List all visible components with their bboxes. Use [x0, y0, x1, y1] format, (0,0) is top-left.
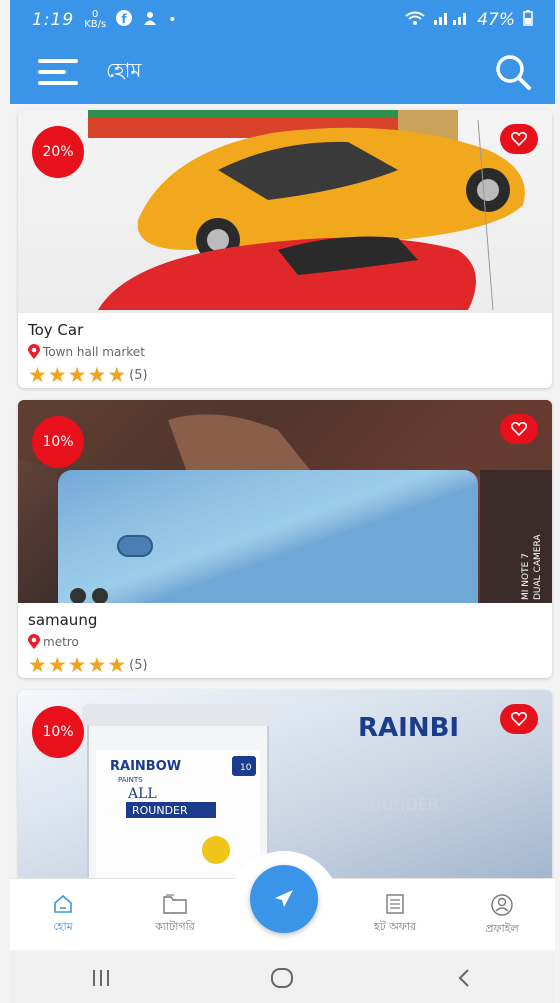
- status-left-icons: 0 KB/s f •: [84, 10, 176, 30]
- heart-icon: [511, 422, 527, 436]
- nav-profile[interactable]: প্রফাইল: [457, 893, 547, 939]
- location-pin-icon: [28, 634, 40, 649]
- svg-text:PAINTS: PAINTS: [118, 776, 143, 784]
- star-icon: ★: [47, 653, 67, 677]
- battery-icon: [523, 10, 533, 30]
- rating: ★ ★ ★ ★ ★ (5): [28, 653, 542, 677]
- folder-icon: [163, 894, 187, 914]
- star-icon: ★: [28, 653, 47, 677]
- rating: ★ ★ ★ ★ ★ (5): [28, 363, 542, 387]
- home-circle-icon: [271, 967, 294, 988]
- system-navigation-bar: [10, 952, 555, 1003]
- facebook-icon: f: [116, 10, 133, 30]
- product-name: Toy Car: [28, 321, 84, 339]
- nav-home-label: হোম: [53, 920, 73, 933]
- signal-icon: [433, 11, 469, 29]
- profile-icon: [491, 894, 513, 916]
- discount-badge: 20%: [32, 126, 84, 178]
- svg-text:ROUNDER: ROUNDER: [358, 795, 439, 814]
- app-bar: হোম: [10, 40, 555, 104]
- star-icon: ★: [87, 363, 107, 387]
- bottom-navigation: হোম ক্যাটাগরি হট অফার প্রফাইল: [10, 851, 555, 950]
- back-button[interactable]: [434, 958, 494, 998]
- nav-profile-label: প্রফাইল: [485, 922, 519, 935]
- rating-count: (5): [129, 657, 148, 673]
- data-rate-icon: 0 KB/s: [84, 9, 107, 30]
- location-text: metro: [43, 634, 79, 649]
- svg-text:f: f: [122, 12, 128, 26]
- page-title: হোম: [106, 57, 142, 82]
- status-bar: 1:19 0 KB/s f • 47%: [10, 0, 555, 40]
- star-icon: ★: [67, 653, 87, 677]
- product-image[interactable]: MI NOTE 7 DUAL CAMERA 10%: [18, 400, 552, 603]
- hamburger-menu-icon[interactable]: [38, 59, 78, 85]
- notification-app-icon: [142, 10, 158, 30]
- battery-level: 47%: [477, 10, 515, 30]
- nav-hot-offer[interactable]: হট অফার: [350, 893, 440, 937]
- send-fab-button[interactable]: [250, 865, 318, 933]
- home-icon: [54, 894, 72, 913]
- product-feed[interactable]: 20% Toy Car Town hall market ★ ★ ★ ★ ★ (…: [18, 110, 552, 905]
- svg-text:MI NOTE 7: MI NOTE 7: [521, 553, 531, 600]
- star-icon: ★: [67, 363, 87, 387]
- rating-count: (5): [129, 367, 148, 383]
- home-system-button[interactable]: [252, 958, 312, 998]
- svg-text:ALL: ALL: [127, 786, 157, 802]
- location-pin-icon: [28, 344, 40, 359]
- product-location: Town hall market: [28, 344, 542, 359]
- recent-apps-icon: [92, 969, 109, 986]
- star-icon: ★: [28, 363, 47, 387]
- discount-badge: 10%: [32, 416, 84, 468]
- product-card[interactable]: MI NOTE 7 DUAL CAMERA 10% samaung metro …: [18, 400, 552, 678]
- heart-icon: [511, 712, 527, 726]
- product-image[interactable]: 20%: [18, 110, 552, 313]
- phone-image: MI NOTE 7 DUAL CAMERA: [18, 400, 552, 603]
- nav-category-label: ক্যাটাগরি: [155, 920, 195, 933]
- svg-text:10: 10: [240, 763, 252, 773]
- send-arrow-icon: [275, 890, 293, 907]
- favorite-button[interactable]: [500, 124, 538, 154]
- star-icon: ★: [107, 653, 127, 677]
- favorite-button[interactable]: [500, 414, 538, 444]
- recent-apps-button[interactable]: [71, 958, 131, 998]
- product-name: samaung: [28, 611, 98, 629]
- wifi-icon: [405, 11, 425, 29]
- product-location: metro: [28, 634, 542, 649]
- star-icon: ★: [87, 653, 107, 677]
- star-icon: ★: [47, 363, 67, 387]
- app-screen: 1:19 0 KB/s f • 47% হোম 20% Toy Car Town…: [0, 0, 560, 1003]
- search-icon[interactable]: [493, 52, 533, 92]
- status-time: 1:19: [32, 10, 75, 30]
- nav-category[interactable]: ক্যাটাগরি: [130, 893, 220, 937]
- product-card[interactable]: 20% Toy Car Town hall market ★ ★ ★ ★ ★ (…: [18, 110, 552, 388]
- star-icon: ★: [107, 363, 127, 387]
- svg-text:RAINBOW: RAINBOW: [110, 759, 181, 774]
- nav-home[interactable]: হোম: [18, 893, 108, 937]
- svg-text:RAINBI: RAINBI: [358, 713, 459, 743]
- chevron-left-icon: [458, 968, 469, 987]
- dot-icon: •: [168, 12, 177, 28]
- product-info: samaung metro ★ ★ ★ ★ ★ (5): [18, 603, 552, 678]
- svg-text:DUAL CAMERA: DUAL CAMERA: [533, 534, 543, 600]
- heart-icon: [511, 132, 527, 146]
- location-text: Town hall market: [43, 344, 145, 359]
- svg-text:ROUNDER: ROUNDER: [132, 804, 188, 817]
- status-right-icons: 47%: [405, 10, 533, 30]
- nav-hot-offer-label: হট অফার: [373, 920, 417, 933]
- product-info: Toy Car Town hall market ★ ★ ★ ★ ★ (5): [18, 313, 552, 388]
- toy-car-image: [88, 110, 525, 311]
- list-icon: [386, 894, 404, 914]
- discount-badge: 10%: [32, 706, 84, 758]
- favorite-button[interactable]: [500, 704, 538, 734]
